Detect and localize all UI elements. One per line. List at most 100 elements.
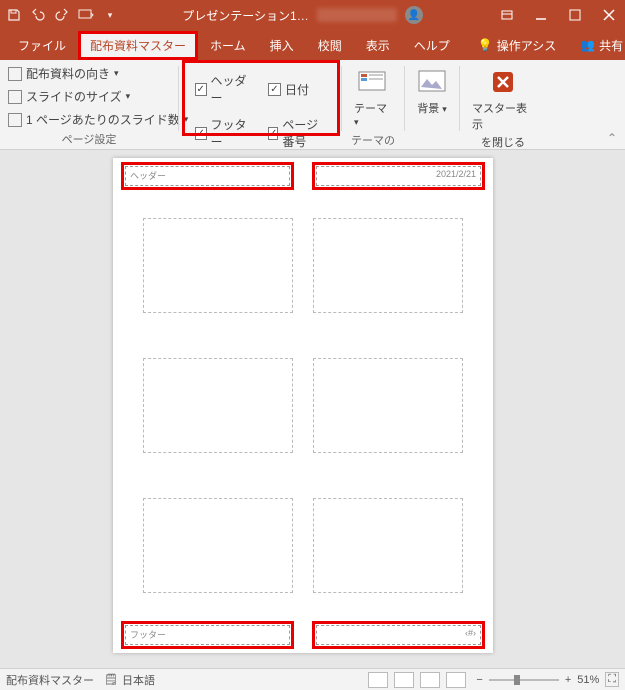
slide-thumbnail-4[interactable] xyxy=(313,358,463,453)
handout-page[interactable]: ヘッダー 2021/2/21 フッター ‹#› xyxy=(113,158,493,653)
status-bar: 配布資料マスター 🗒 日本語 − + 51% ⛶ xyxy=(0,668,625,690)
ribbon-tabs: ファイル 配布資料マスター ホーム 挿入 校閲 表示 ヘルプ 💡 操作アシス 👥 共… xyxy=(0,30,625,60)
start-from-beginning-icon[interactable] xyxy=(78,7,94,23)
ribbon-display-icon[interactable] xyxy=(497,5,517,25)
normal-view-icon[interactable] xyxy=(368,672,388,688)
zoom-slider[interactable] xyxy=(489,679,559,681)
check-icon: ✓ xyxy=(195,127,207,140)
language-icon: 🗒 xyxy=(104,673,118,686)
chevron-down-icon: ▾ xyxy=(354,117,359,127)
language-indicator[interactable]: 🗒 日本語 xyxy=(104,672,155,688)
check-icon: ✓ xyxy=(268,127,278,140)
background-button[interactable]: 背景 ▾ xyxy=(410,64,454,118)
tab-help[interactable]: ヘルプ xyxy=(404,33,460,58)
language-label: 日本語 xyxy=(122,672,155,688)
slide-thumbnail-5[interactable] xyxy=(143,498,293,593)
group-placeholders: ✓ヘッダー ✓日付 ✓フッター ✓ページ番号 プレースホルダー xyxy=(179,60,341,149)
share-button[interactable]: 👥 共有 xyxy=(570,33,625,58)
tab-view[interactable]: 表示 xyxy=(356,33,400,58)
slide-size-label: スライドのサイズ xyxy=(26,88,122,105)
reading-view-icon[interactable] xyxy=(420,672,440,688)
blurred-area xyxy=(317,8,397,22)
minimize-icon[interactable] xyxy=(531,5,551,25)
tab-review[interactable]: 校閲 xyxy=(308,33,352,58)
user-avatar-icon[interactable]: 👤 xyxy=(405,6,423,24)
zoom-control: − + 51% ⛶ xyxy=(476,672,619,687)
document-title: プレゼンテーション1… xyxy=(182,7,308,24)
tab-home[interactable]: ホーム xyxy=(200,33,256,58)
fit-to-window-icon[interactable]: ⛶ xyxy=(605,672,619,687)
checkbox-page-number-label: ページ番号 xyxy=(282,116,325,150)
status-mode: 配布資料マスター xyxy=(6,672,94,688)
collapse-ribbon-icon[interactable]: ⌃ xyxy=(607,131,617,145)
slide-thumbnail-1[interactable] xyxy=(143,218,293,313)
lightbulb-icon: 💡 xyxy=(478,38,493,52)
handout-orientation-button[interactable]: 配布資料の向き ▾ xyxy=(6,64,190,83)
placeholder-date[interactable]: 2021/2/21 xyxy=(316,166,481,186)
title-bar: ▾ プレゼンテーション1… 👤 xyxy=(0,0,625,30)
slides-per-page-label: 1 ページあたりのスライド数 xyxy=(26,111,180,128)
checkbox-header-label: ヘッダー xyxy=(211,72,253,106)
check-icon: ✓ xyxy=(268,83,281,96)
save-icon[interactable] xyxy=(6,7,22,23)
sorter-view-icon[interactable] xyxy=(394,672,414,688)
zoom-level[interactable]: 51% xyxy=(577,674,599,686)
placeholder-header[interactable]: ヘッダー xyxy=(125,166,290,186)
close-master-button[interactable]: マスター表示 を閉じる xyxy=(466,64,540,152)
zoom-in-icon[interactable]: + xyxy=(565,674,571,686)
placeholder-footer[interactable]: フッター xyxy=(125,625,290,645)
slideshow-view-icon[interactable] xyxy=(446,672,466,688)
checkbox-date[interactable]: ✓ 日付 xyxy=(268,72,325,106)
close-master-icon xyxy=(487,66,519,98)
orientation-label: 配布資料の向き xyxy=(26,65,110,82)
ribbon: 配布資料の向き▾ スライドのサイズ▾ 1 ページあたりのスライド数▾ ページ設定… xyxy=(0,60,625,150)
close-master-label1: マスター表示 xyxy=(472,100,534,132)
slide-size-button[interactable]: スライドのサイズ ▾ xyxy=(6,87,190,106)
tell-me-button[interactable]: 💡 操作アシス xyxy=(468,33,566,58)
checkbox-footer-label: フッター xyxy=(211,116,253,150)
check-icon: ✓ xyxy=(195,83,207,96)
group-page-setup: 配布資料の向き▾ スライドのサイズ▾ 1 ページあたりのスライド数▾ ページ設定 xyxy=(0,60,178,149)
editing-canvas[interactable]: ヘッダー 2021/2/21 フッター ‹#› xyxy=(0,150,625,668)
slide-thumbnail-6[interactable] xyxy=(313,498,463,593)
group-close: マスター表示 を閉じる 閉じる xyxy=(460,60,546,149)
zoom-out-icon[interactable]: − xyxy=(476,674,482,686)
placeholder-page-number[interactable]: ‹#› xyxy=(316,625,481,645)
checkbox-date-label: 日付 xyxy=(285,81,309,98)
window-title: プレゼンテーション1… 👤 xyxy=(118,6,487,24)
group-label-page-setup: ページ設定 xyxy=(6,129,172,149)
tab-handout-master[interactable]: 配布資料マスター xyxy=(80,33,196,58)
slide-thumbnail-2[interactable] xyxy=(313,218,463,313)
themes-icon xyxy=(357,66,389,98)
slide-thumbnail-3[interactable] xyxy=(143,358,293,453)
group-background: 背景 ▾ xyxy=(405,60,459,149)
zoom-thumb[interactable] xyxy=(514,675,520,685)
share-label: 共有 xyxy=(599,37,623,54)
chevron-down-icon: ▾ xyxy=(126,91,131,102)
slides-per-page-icon xyxy=(8,113,22,127)
undo-icon[interactable] xyxy=(30,7,46,23)
checkbox-header[interactable]: ✓ ヘッダー xyxy=(195,72,252,106)
quick-access-toolbar: ▾ xyxy=(6,7,118,23)
share-icon: 👥 xyxy=(580,38,595,52)
chevron-down-icon: ▾ xyxy=(114,68,119,79)
themes-button[interactable]: テーマ ▾ xyxy=(348,64,398,130)
chevron-down-icon: ▾ xyxy=(442,104,447,114)
redo-icon[interactable] xyxy=(54,7,70,23)
background-icon xyxy=(416,66,448,98)
tell-me-label: 操作アシス xyxy=(497,37,557,54)
window-controls xyxy=(497,5,619,25)
slides-per-page-button[interactable]: 1 ページあたりのスライド数▾ xyxy=(6,110,190,129)
orientation-icon xyxy=(8,67,22,81)
close-icon[interactable] xyxy=(599,5,619,25)
checkbox-page-number[interactable]: ✓ ページ番号 xyxy=(268,116,325,150)
group-label-background xyxy=(411,131,453,147)
view-buttons xyxy=(368,672,466,688)
background-label: 背景 xyxy=(417,103,439,115)
qat-dropdown-icon[interactable]: ▾ xyxy=(102,7,118,23)
checkbox-footer[interactable]: ✓ フッター xyxy=(195,116,252,150)
themes-label: テーマ xyxy=(354,103,387,115)
tab-file[interactable]: ファイル xyxy=(8,33,76,58)
tab-insert[interactable]: 挿入 xyxy=(260,33,304,58)
maximize-icon[interactable] xyxy=(565,5,585,25)
